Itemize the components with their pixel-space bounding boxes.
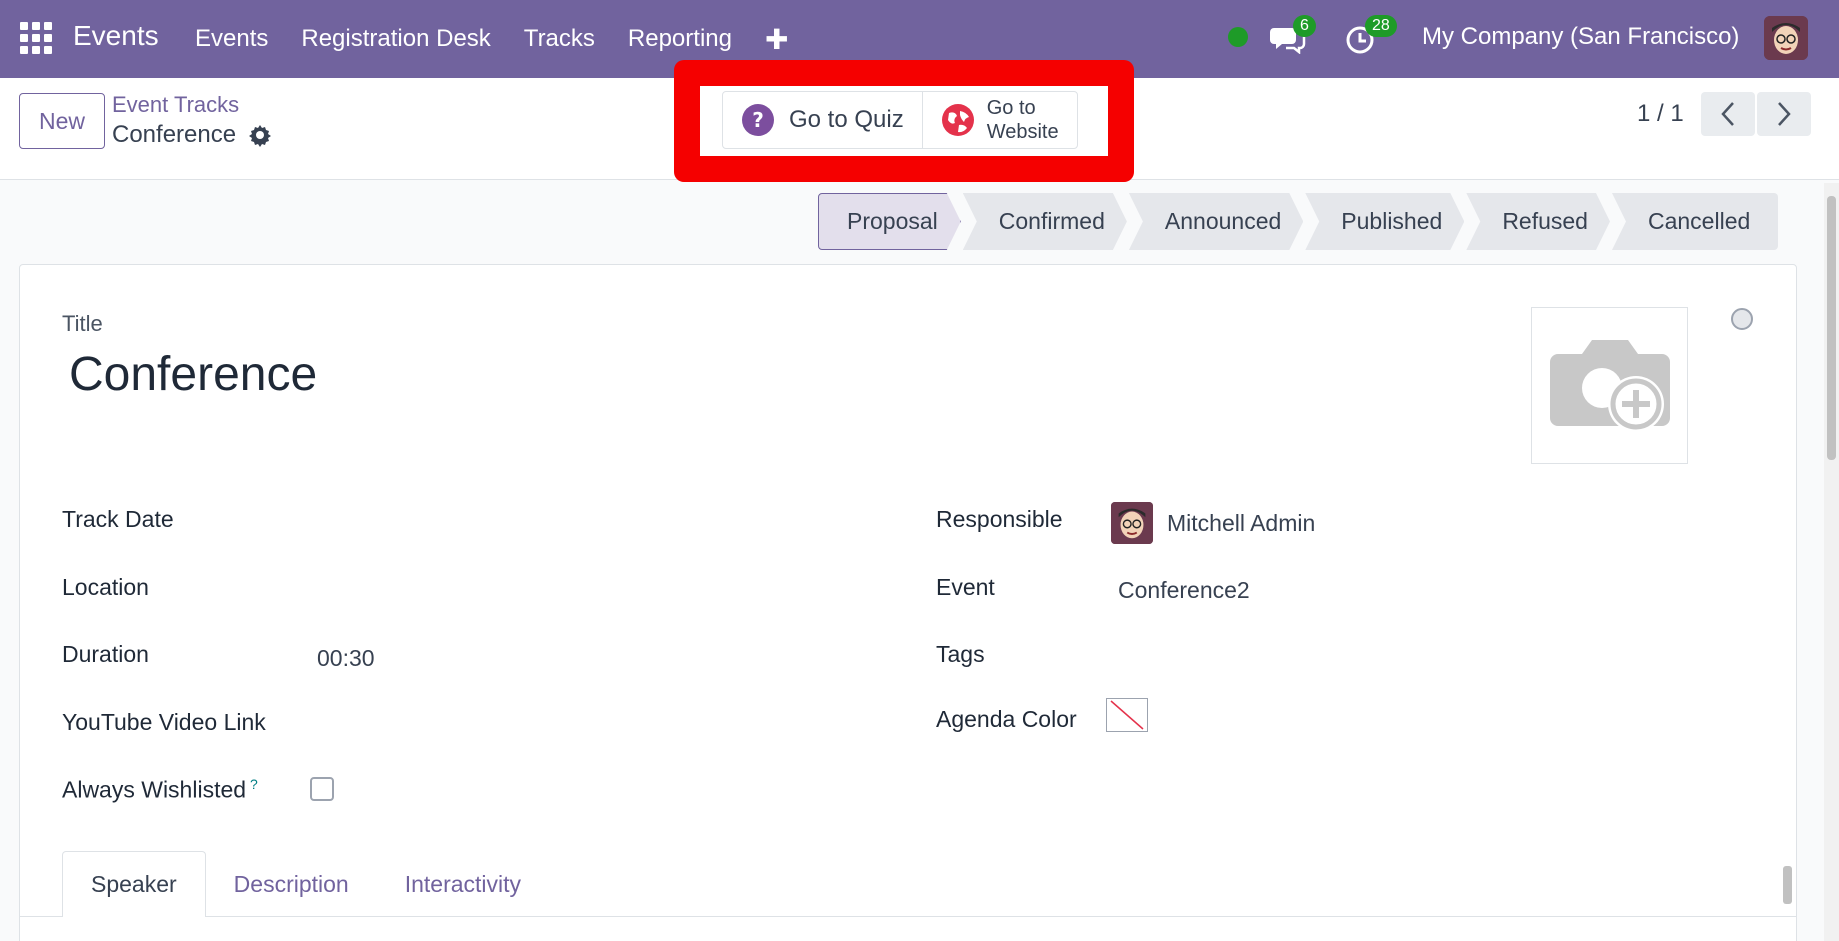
stage-announced[interactable]: Announced xyxy=(1129,193,1303,250)
chevron-left-icon xyxy=(1721,102,1734,126)
breadcrumb-event-tracks[interactable]: Event Tracks xyxy=(112,92,239,118)
menu-item-reporting[interactable]: Reporting xyxy=(628,25,732,53)
go-to-website-line2: Website xyxy=(986,121,1059,143)
responsible-field[interactable]: Mitchell Admin xyxy=(1167,510,1315,537)
new-button[interactable]: New xyxy=(19,93,105,149)
record-title: Conference xyxy=(112,121,272,149)
go-to-website-label: Go to Website xyxy=(987,96,1059,144)
go-to-website-line1: Go to xyxy=(986,97,1036,119)
location-label: Location xyxy=(62,574,149,600)
pager-value[interactable]: 1 / 1 xyxy=(1637,100,1684,128)
control-panel: New Event Tracks Conference ? Go to Quiz… xyxy=(0,78,1839,180)
apps-icon[interactable] xyxy=(20,22,52,54)
stage-statusbar: Proposal Confirmed Announced Published R… xyxy=(818,193,1780,250)
menu-item-registration-desk[interactable]: Registration Desk xyxy=(301,25,490,53)
notebook-tabs: Speaker Description Interactivity xyxy=(62,851,549,917)
responsible-label: Responsible xyxy=(936,506,1063,532)
activities-count-badge: 28 xyxy=(1365,15,1397,37)
presence-status-icon xyxy=(1228,27,1248,47)
camera-plus-icon xyxy=(1549,339,1670,432)
duration-field[interactable]: 00:30 xyxy=(317,645,375,672)
smart-buttons: ? Go to Quiz Go to Website xyxy=(722,91,1078,149)
company-switcher[interactable]: My Company (San Francisco) xyxy=(1422,23,1739,51)
go-to-website-button[interactable]: Go to Website xyxy=(923,92,1077,148)
top-navbar: Events Events Registration Desk Tracks R… xyxy=(0,0,1839,78)
stage-published[interactable]: Published xyxy=(1305,193,1464,250)
messages-count-badge: 6 xyxy=(1293,15,1316,37)
globe-icon xyxy=(941,104,974,136)
stage-proposal[interactable]: Proposal xyxy=(818,193,961,250)
plus-icon[interactable]: ✚ xyxy=(765,23,788,56)
pager-previous-button[interactable] xyxy=(1701,92,1755,136)
page-scrollbar-thumb[interactable] xyxy=(1827,196,1836,460)
duration-label: Duration xyxy=(62,641,149,667)
gear-icon[interactable] xyxy=(248,123,272,147)
go-to-quiz-label: Go to Quiz xyxy=(789,106,904,133)
tab-interactivity[interactable]: Interactivity xyxy=(377,851,549,917)
always-wishlisted-checkbox[interactable] xyxy=(310,777,334,801)
agenda-color-label: Agenda Color xyxy=(936,706,1077,732)
menu-item-tracks[interactable]: Tracks xyxy=(524,25,595,53)
title-input[interactable]: Conference xyxy=(69,347,317,402)
go-to-quiz-button[interactable]: ? Go to Quiz xyxy=(723,92,923,148)
app-brand[interactable]: Events xyxy=(73,20,159,52)
event-label: Event xyxy=(936,574,995,600)
track-date-label: Track Date xyxy=(62,506,174,532)
stage-cancelled[interactable]: Cancelled xyxy=(1611,193,1779,250)
question-icon: ? xyxy=(742,104,774,136)
image-upload[interactable] xyxy=(1531,307,1688,464)
inner-scrollbar-thumb[interactable] xyxy=(1783,866,1792,904)
always-wishlisted-label: Always Wishlisted? xyxy=(62,776,258,804)
youtube-link-label: YouTube Video Link xyxy=(62,709,266,735)
chevron-right-icon xyxy=(1778,102,1791,126)
pager-next-button[interactable] xyxy=(1757,92,1811,136)
agenda-color-picker[interactable] xyxy=(1106,698,1148,732)
svg-text:?: ? xyxy=(752,108,764,132)
record-title-text: Conference xyxy=(112,121,237,148)
main-menu: Events Registration Desk Tracks Reportin… xyxy=(195,0,788,78)
tags-label: Tags xyxy=(936,641,985,667)
priority-radio[interactable] xyxy=(1731,308,1753,330)
user-avatar[interactable] xyxy=(1764,16,1808,60)
tab-description[interactable]: Description xyxy=(206,851,377,917)
tab-speaker[interactable]: Speaker xyxy=(62,851,206,917)
help-tooltip-icon[interactable]: ? xyxy=(250,776,258,792)
title-label: Title xyxy=(62,311,103,336)
stage-refused[interactable]: Refused xyxy=(1466,193,1610,250)
responsible-avatar xyxy=(1111,502,1153,544)
stage-confirmed[interactable]: Confirmed xyxy=(963,193,1127,250)
menu-item-events[interactable]: Events xyxy=(195,25,268,53)
event-field[interactable]: Conference2 xyxy=(1118,577,1250,604)
always-wishlisted-text: Always Wishlisted xyxy=(62,776,247,803)
